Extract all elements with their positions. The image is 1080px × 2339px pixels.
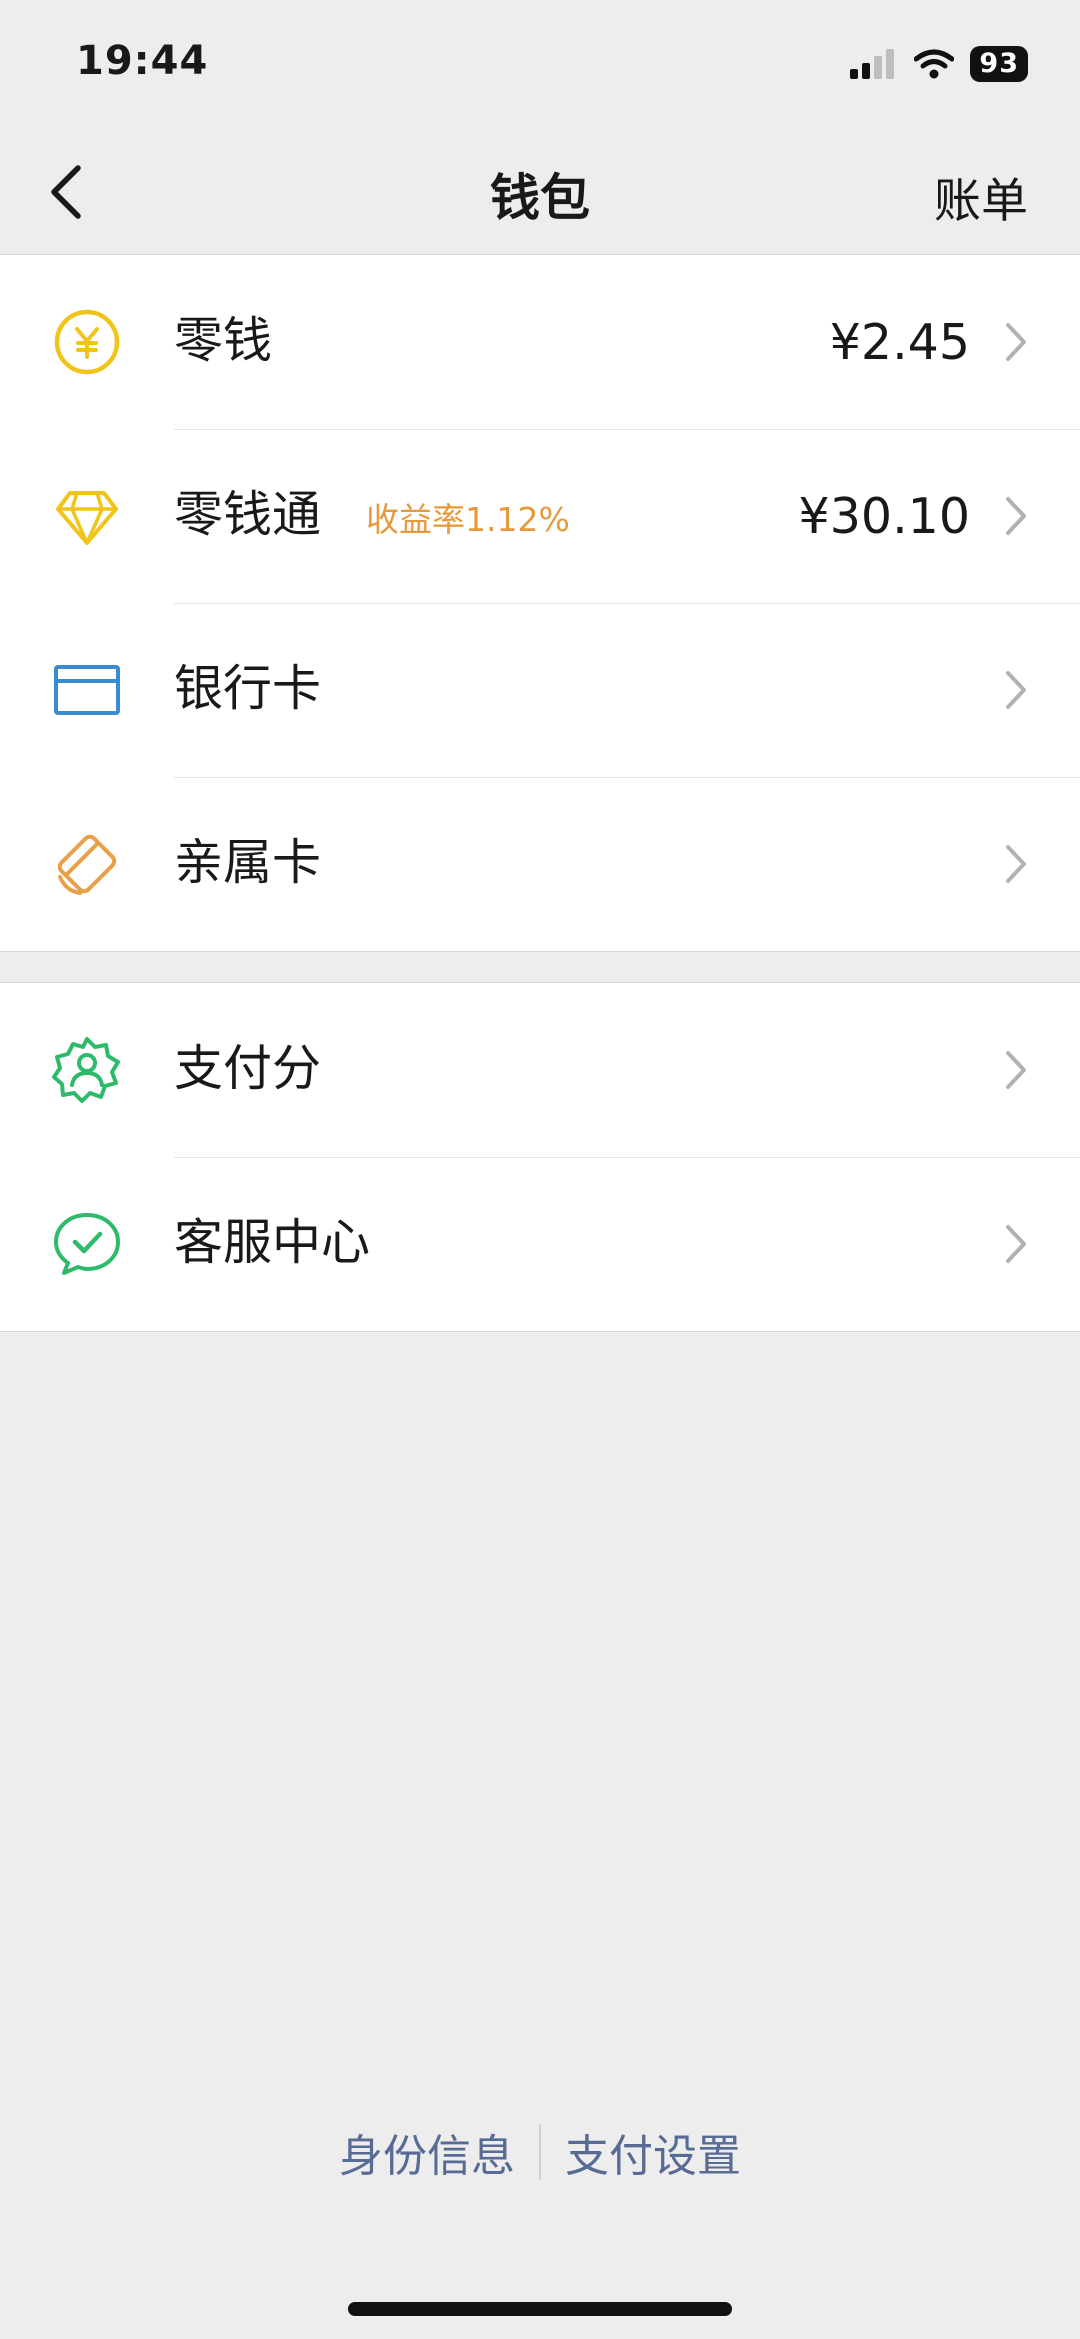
battery-icon: 93 <box>970 46 1028 82</box>
diamond-icon <box>56 491 118 545</box>
wallet-item-lingqiantong[interactable]: 零钱通 收益率1.12% ¥30.10 <box>0 429 1080 603</box>
home-indicator[interactable] <box>348 2302 732 2316</box>
service-item-label: 支付分 <box>174 1040 322 1097</box>
wallet-item-label: 亲属卡 <box>174 834 322 891</box>
chevron-right-icon <box>1006 1225 1026 1263</box>
footer-links: 身份信息 支付设置 <box>0 2120 1080 2184</box>
chevron-right-icon <box>1006 671 1026 709</box>
wallet-item-family-card[interactable]: 亲属卡 <box>0 777 1080 951</box>
chevron-right-icon <box>1006 845 1026 883</box>
bill-button[interactable]: 账单 <box>934 162 1028 231</box>
page-title: 钱包 <box>490 169 590 227</box>
wifi-icon <box>914 49 955 79</box>
service-item-label: 客服中心 <box>174 1214 371 1271</box>
payment-score-icon <box>52 1037 120 1103</box>
footer-divider <box>539 2124 541 2180</box>
payment-settings-link[interactable]: 支付设置 <box>565 2120 741 2184</box>
bank-card-icon <box>54 665 120 715</box>
status-icons: 93 <box>850 44 1028 84</box>
wallet-item-label: 零钱 <box>174 312 273 369</box>
signal-icon <box>850 49 895 79</box>
wallet-item-change[interactable]: 零钱 ¥2.45 <box>0 255 1080 429</box>
chevron-right-icon <box>1006 497 1026 535</box>
chevron-right-icon <box>1006 1051 1026 1089</box>
wallet-item-value: ¥2.45 <box>829 314 970 371</box>
identity-info-link[interactable]: 身份信息 <box>339 2120 515 2184</box>
chevron-right-icon <box>1006 323 1026 361</box>
service-item-customer-service[interactable]: 客服中心 <box>0 1157 1080 1331</box>
status-time: 19:44 <box>76 38 209 84</box>
wallet-item-bank-card[interactable]: 银行卡 <box>0 603 1080 777</box>
customer-service-icon <box>54 1213 120 1275</box>
family-card-icon <box>57 834 117 895</box>
services-group: 支付分 客服中心 <box>0 982 1080 1332</box>
yield-rate-badge: 收益率1.12% <box>366 500 570 539</box>
wallet-group: 零钱 ¥2.45 零钱通 收益率1.12% ¥30.10 银行卡 亲属卡 <box>0 255 1080 952</box>
yuan-coin-icon <box>54 309 120 375</box>
wallet-item-label: 零钱通 <box>174 486 322 543</box>
wallet-item-value: ¥30.10 <box>798 488 970 545</box>
nav-bar: 钱包 账单 <box>0 130 1080 255</box>
status-bar: 19:44 93 <box>0 0 1080 130</box>
wallet-item-label: 银行卡 <box>174 660 322 717</box>
service-item-payment-score[interactable]: 支付分 <box>0 983 1080 1157</box>
